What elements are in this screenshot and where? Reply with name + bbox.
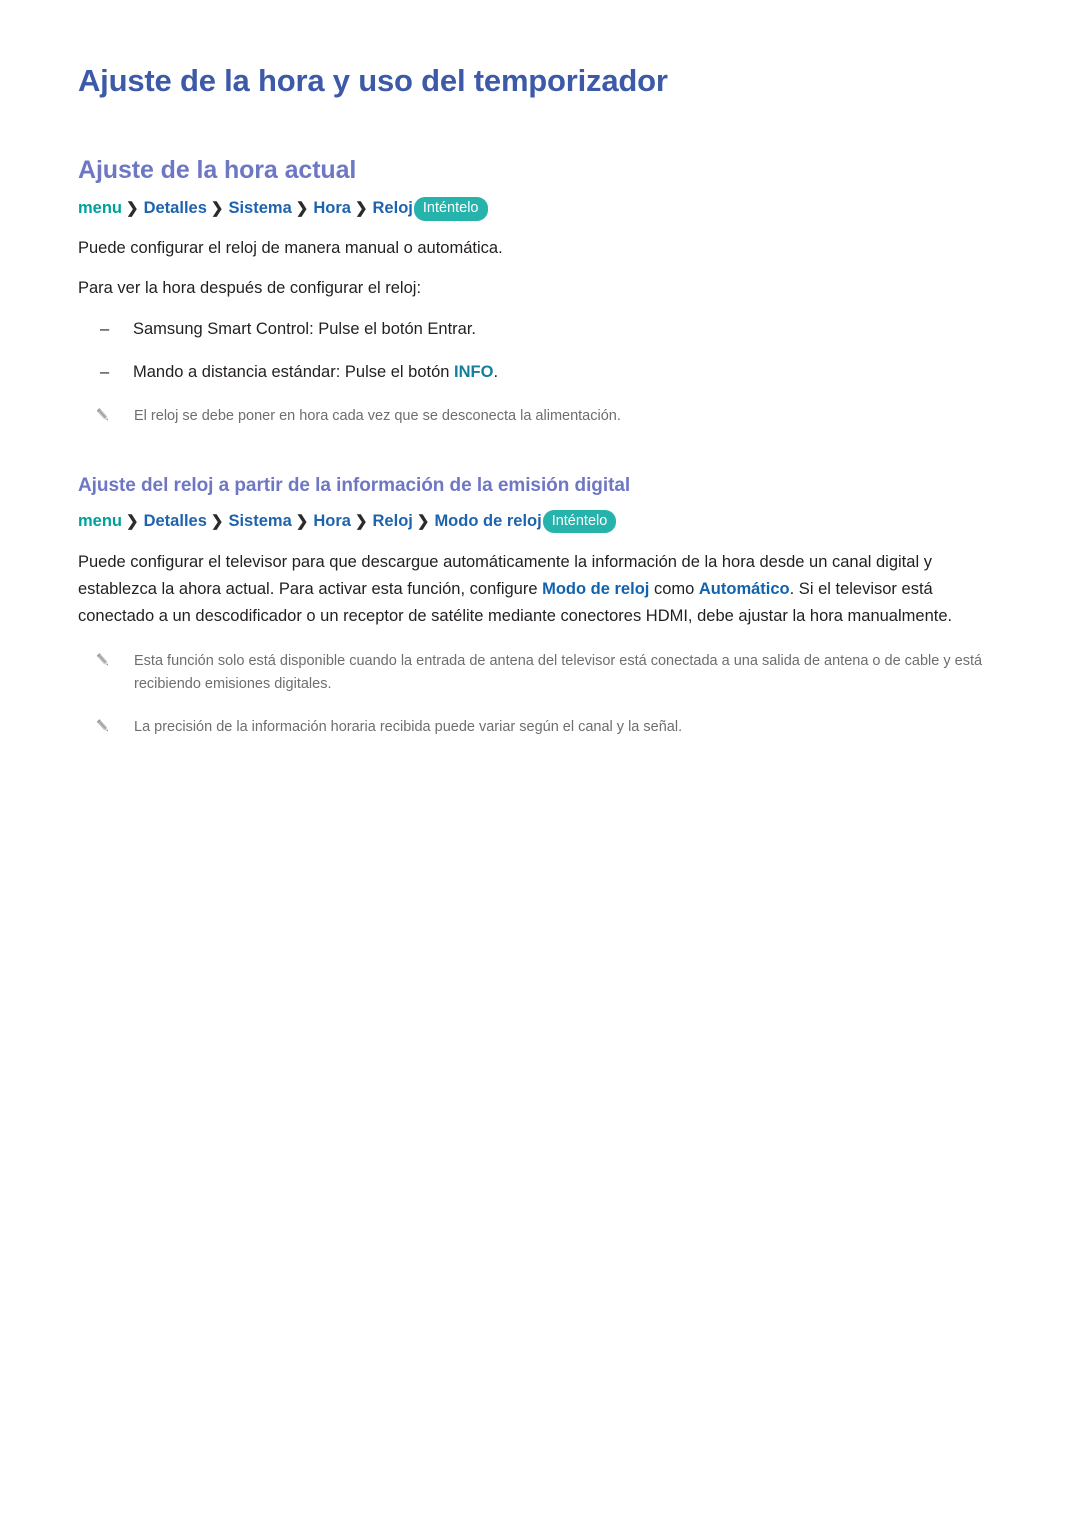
breadcrumb-item-detalles[interactable]: Detalles <box>144 512 207 530</box>
pencil-icon <box>96 719 109 732</box>
chevron-right-icon: ❯ <box>295 200 309 218</box>
term-modo-de-reloj: Modo de reloj <box>542 580 650 599</box>
chevron-right-icon: ❯ <box>126 512 139 530</box>
breadcrumb-clock-mode-path: menu ❯ Detalles ❯ Sistema ❯ Hora ❯ Reloj ❯ Modo de… <box>78 509 1002 534</box>
note-text: La precisión de la información horaria r… <box>134 718 683 735</box>
paragraph-part-2: como <box>649 580 699 599</box>
document-page: Ajuste de la hora y uso del temporizador… <box>0 0 1080 1527</box>
try-it-badge[interactable]: Inténtelo <box>542 509 617 534</box>
try-it-badge[interactable]: Inténtelo <box>413 197 488 221</box>
chevron-right-icon: ❯ <box>354 512 368 530</box>
breadcrumb-item-detalles[interactable]: Detalles <box>144 199 207 217</box>
chevron-right-icon: ❯ <box>210 200 224 218</box>
note-text: Esta función solo está disponible cuando… <box>134 652 983 692</box>
note-antenna-requirement: Esta función solo está disponible cuando… <box>78 650 1002 696</box>
breadcrumb-root[interactable]: menu <box>78 199 122 217</box>
info-button-label: INFO <box>454 362 494 381</box>
paragraph-view-time: Para ver la hora después de configurar e… <box>78 279 422 298</box>
page-title: Ajuste de la hora y uso del temporizador <box>78 63 668 98</box>
pencil-icon <box>96 652 109 665</box>
dash-bullet: – <box>100 320 110 339</box>
chevron-right-icon: ❯ <box>416 512 430 530</box>
list-item-text-tail: . <box>493 362 499 381</box>
breadcrumb-item-sistema[interactable]: Sistema <box>228 199 291 217</box>
chevron-right-icon: ❯ <box>295 512 309 530</box>
breadcrumb-item-sistema[interactable]: Sistema <box>228 512 291 530</box>
chevron-right-icon: ❯ <box>126 200 139 218</box>
list-item: – Mando a distancia estándar: Pulse el bo… <box>78 359 1002 385</box>
note-accuracy: La precisión de la información horaria r… <box>78 716 1002 739</box>
term-automatico: Automático <box>698 580 790 599</box>
section-heading-ajuste-reloj-emision-digital: Ajuste del reloj a partir de la informac… <box>78 475 631 497</box>
remote-control-list: – Samsung Smart Control: Pulse el botón E… <box>78 316 1002 385</box>
breadcrumb-item-reloj[interactable]: Reloj <box>373 512 413 530</box>
paragraph-configure-clock: Puede configurar el reloj de manera manu… <box>78 238 503 257</box>
breadcrumb-item-modo-de-reloj[interactable]: Modo de reloj <box>434 512 541 530</box>
note-clock-reset: El reloj se debe poner en hora cada vez … <box>78 405 1002 428</box>
paragraph-auto-clock-description: Puede configurar el televisor para que d… <box>78 549 1002 629</box>
breadcrumb-clock-path: menu ❯ Detalles ❯ Sistema ❯ Hora ❯ Reloj Inténtel… <box>78 197 1002 221</box>
list-item: – Samsung Smart Control: Pulse el botón E… <box>78 316 1002 342</box>
breadcrumb-item-reloj[interactable]: Reloj <box>373 199 413 217</box>
breadcrumb-item-hora[interactable]: Hora <box>313 512 351 530</box>
breadcrumb-root[interactable]: menu <box>78 512 122 530</box>
section-heading-ajuste-hora-actual: Ajuste de la hora actual <box>78 156 357 185</box>
breadcrumb-item-hora[interactable]: Hora <box>313 199 351 217</box>
chevron-right-icon: ❯ <box>354 200 368 218</box>
note-text: El reloj se debe poner en hora cada vez … <box>134 407 621 424</box>
list-item-text: Samsung Smart Control: Pulse el botón En… <box>133 320 477 339</box>
pencil-icon <box>96 408 109 421</box>
chevron-right-icon: ❯ <box>210 512 224 530</box>
list-item-text: Mando a distancia estándar: Pulse el bot… <box>133 362 455 381</box>
dash-bullet: – <box>100 362 110 381</box>
